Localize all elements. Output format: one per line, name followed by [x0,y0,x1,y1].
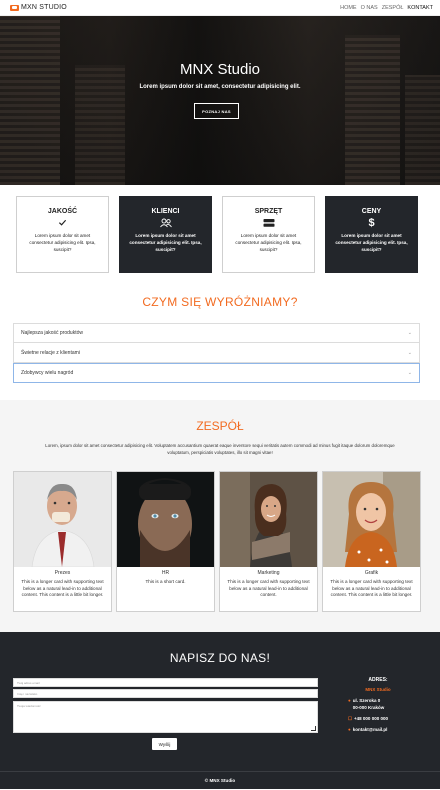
team-desc: This is a longer card with supporting te… [227,579,310,597]
address-phone-row: ☐ +48 000 000 000 [348,715,408,722]
address-street-row: ● ul. Szeroka 0 00-000 Kraków [348,697,408,711]
address-phone[interactable]: +48 000 000 000 [354,715,388,722]
feature-title: JAKOŚĆ [47,208,78,215]
nav-links: HOME O NAS ZESPÓŁ KONTAKT [340,5,433,11]
nav-link-contact[interactable]: KONTAKT [407,5,433,11]
address-city: 00-000 Kraków [352,705,385,710]
team-role: Prezes [54,570,71,576]
feature-text: Lorem ipsum dolor sit amet consectetur a… [335,233,408,252]
hero-bg-building [0,16,60,185]
contact-title: NAPISZ DO NAS! [169,651,271,665]
hero-bg-building [345,35,400,185]
chevron-down-icon: ⌄ [407,349,412,356]
feature-card-quality: JAKOŚĆ Lorem ipsum dolor sit amet consec… [16,196,109,273]
team-card-marketing: Marketing This is a longer card with sup… [219,471,318,612]
server-icon [223,218,314,229]
feature-card-equipment: SPRZĘT Lorem ipsum dolor sit amet consec… [222,196,315,273]
feature-card-clients: KLIENCI Lorem ipsum dolor sit amet conse… [119,196,212,273]
nav-link-about[interactable]: O NAS [361,5,378,11]
send-button[interactable]: Wyślij [152,738,177,750]
feature-title: CENY [361,208,382,215]
chevron-down-icon: ⌄ [407,330,412,336]
team-section: ZESPÓŁ Lorem, ipsum dolor sit amet conse… [0,400,440,632]
hero-title: MNX Studio [179,61,261,78]
feature-text: Lorem ipsum dolor sit amet consectetur a… [235,233,302,252]
accordion: Najlepsza jakość produktów ⌄ Świetne rel… [13,323,420,383]
phone-icon: ☐ [348,716,353,721]
nav-link-team[interactable]: ZESPÓŁ [382,5,404,11]
message-placeholder: Twoja wiadomość [17,704,41,708]
why-us-title: CZYM SIĘ WYRÓŻNIAMY? [142,295,298,309]
users-icon [120,218,211,229]
team-desc: This is a longer card with supporting te… [21,579,104,597]
about-us-button[interactable]: POZNAJ NAS [194,103,239,119]
resize-handle-icon[interactable] [311,726,316,731]
location-pin-icon: ● [348,698,351,703]
brand-name: MXN STUDIO [21,4,67,11]
check-icon [17,218,108,229]
team-card-ceo: Prezes This is a longer card with suppor… [13,471,112,612]
address-email-row: ● kontakt@mail.pl [348,726,408,733]
team-role: HR [161,570,170,576]
accordion-item-quality[interactable]: Najlepsza jakość produktów ⌄ [13,323,420,343]
hero-bg-building [75,65,125,185]
address-brand: MNX Studio [365,687,391,692]
address-email[interactable]: kontakt@mail.pl [353,726,388,733]
accordion-item-label: Zdobywcy wielu nagród [21,370,74,376]
feature-text: Lorem ipsum dolor sit amet consectetur a… [129,233,202,252]
hero-bg-building [405,75,440,185]
address-block: ADRES: MNX Studio ● ul. Szeroka 0 00-000… [348,677,408,733]
hero-subtitle: Lorem ipsum dolor sit amet, consectetur … [139,84,301,90]
team-description: Lorem, ipsum dolor sit amet consectetur … [45,443,395,455]
feature-title: KLIENCI [151,208,180,215]
team-photo-marketing [220,472,317,567]
team-role: Marketing [257,570,280,576]
address-street: ul. Szeroka 0 [352,698,381,703]
name-field[interactable]: Imię i nazwisko [13,689,318,698]
dollar-icon: $ [368,217,375,229]
team-photo-hr [117,472,214,567]
contact-section: NAPISZ DO NAS! Twój adres email Imię i n… [0,632,440,771]
accordion-item-label: Najlepsza jakość produktów [21,330,83,336]
email-icon: ● [348,727,351,732]
footer: © MNX Studio [0,771,440,789]
team-card-designer: Grafik This is a longer card with suppor… [322,471,421,612]
feature-title: SPRZĘT [254,208,283,215]
navbar: MXN STUDIO HOME O NAS ZESPÓŁ KONTAKT [0,0,440,16]
address-title: ADRES: [368,677,388,683]
feature-text: Lorem ipsum dolor sit amet consectetur a… [29,233,96,252]
footer-copyright: © MNX Studio [204,778,236,783]
team-card-hr: HR This is a short card. [116,471,215,612]
team-title: ZESPÓŁ [196,419,244,433]
accordion-item-label: Świetne relacje z klientami [21,349,80,356]
nav-link-home[interactable]: HOME [340,5,357,11]
message-field[interactable]: Twoja wiadomość [13,701,318,733]
team-desc: This is a short card. [145,579,186,584]
team-photo-ceo [14,472,111,567]
brand-logo-icon [10,4,19,11]
brand[interactable]: MXN STUDIO [10,4,67,11]
team-photo-designer [323,472,420,567]
hero-section: MNX Studio Lorem ipsum dolor sit amet, c… [0,16,440,185]
chevron-down-icon: ⌄ [407,370,412,376]
features-row: JAKOŚĆ Lorem ipsum dolor sit amet consec… [16,196,418,273]
team-role: Grafik [364,570,379,576]
team-desc: This is a longer card with supporting te… [330,579,413,597]
feature-card-prices: CENY $ Lorem ipsum dolor sit amet consec… [325,196,418,273]
accordion-item-relations[interactable]: Świetne relacje z klientami ⌄ [13,343,420,363]
email-field[interactable]: Twój adres email [13,678,318,687]
accordion-item-awards[interactable]: Zdobywcy wielu nagród ⌄ [13,363,420,383]
